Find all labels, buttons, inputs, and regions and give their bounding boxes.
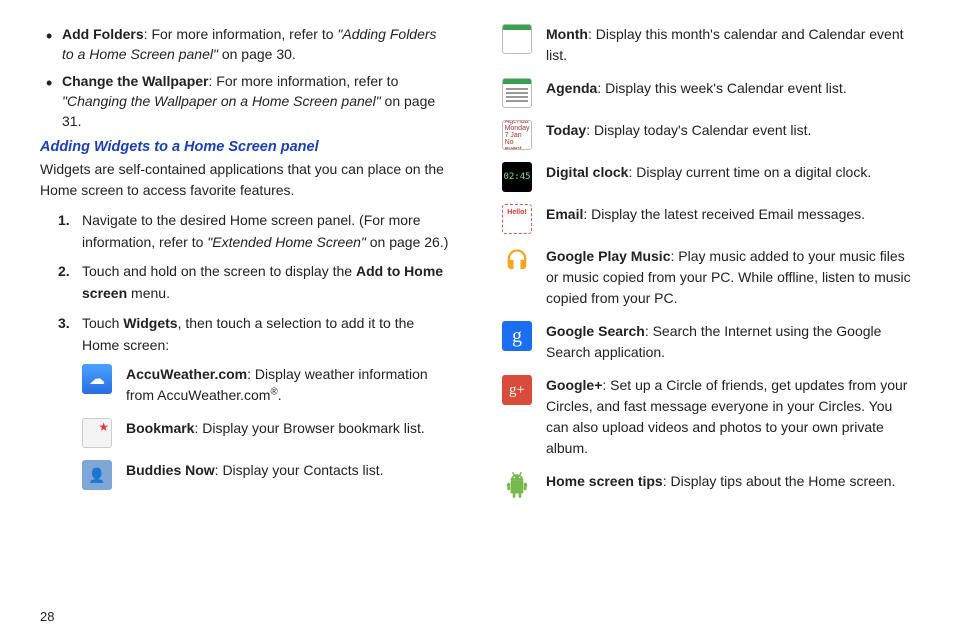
widget-text: Email: Display the latest received Email…	[546, 204, 914, 225]
bullet-label: Change the Wallpaper	[62, 73, 209, 89]
widget-text: Today: Display today's Calendar event li…	[546, 120, 914, 141]
widget-gsearch: Google Search: Search the Internet using…	[502, 321, 914, 363]
widget-email: Email: Display the latest received Email…	[502, 204, 914, 234]
widget-text: Google+: Set up a Circle of friends, get…	[546, 375, 914, 459]
bullet-list: Add Folders: For more information, refer…	[40, 24, 452, 131]
bullet-suffix: on page 30.	[218, 46, 296, 62]
widget-desc: : Display tips about the Home screen.	[663, 473, 896, 489]
widget-hometips: Home screen tips: Display tips about the…	[502, 471, 914, 501]
widget-name: Today	[546, 122, 586, 138]
calendar-agenda-icon	[502, 78, 532, 108]
widget-text: AccuWeather.com: Display weather informa…	[126, 364, 452, 406]
widget-name: Home screen tips	[546, 473, 663, 489]
widget-text: Google Search: Search the Internet using…	[546, 321, 914, 363]
google-plus-icon	[502, 375, 532, 405]
step-ref: "Extended Home Screen"	[207, 234, 366, 250]
widget-buddies: Buddies Now: Display your Contacts list.	[40, 460, 452, 490]
bullet-label: Add Folders	[62, 26, 144, 42]
step-text: Touch	[82, 315, 123, 331]
buddy-icon	[82, 460, 112, 490]
widget-today: Agenda Monday 7 Jan No event Today: Disp…	[502, 120, 914, 150]
registered-mark: ®	[270, 387, 277, 398]
calendar-today-icon: Agenda Monday 7 Jan No event	[502, 120, 532, 150]
step-2: Touch and hold on the screen to display …	[82, 261, 452, 304]
widget-tail: .	[278, 387, 282, 403]
widget-name: AccuWeather.com	[126, 366, 247, 382]
intro-paragraph: Widgets are self-contained applications …	[40, 159, 452, 200]
calendar-month-icon	[502, 24, 532, 54]
widget-name: Google Search	[546, 323, 645, 339]
widget-desc: : Display your Contacts list.	[215, 462, 384, 478]
widget-name: Digital clock	[546, 164, 628, 180]
widget-desc: : Display current time on a digital cloc…	[628, 164, 871, 180]
music-headphones-icon	[502, 246, 532, 276]
widget-text: Bookmark: Display your Browser bookmark …	[126, 418, 452, 439]
widget-name: Agenda	[546, 80, 597, 96]
email-icon	[502, 204, 532, 234]
steps-list: Navigate to the desired Home screen pane…	[40, 210, 452, 356]
widget-month: Month: Display this month's calendar and…	[502, 24, 914, 66]
widget-clock: 02:45 Digital clock: Display current tim…	[502, 162, 914, 192]
step-3: Touch Widgets, then touch a selection to…	[82, 313, 452, 356]
widget-desc: : Display this month's calendar and Cale…	[546, 26, 904, 63]
widget-text: Month: Display this month's calendar and…	[546, 24, 914, 66]
widget-text: Agenda: Display this week's Calendar eve…	[546, 78, 914, 99]
page-number: 28	[40, 609, 54, 624]
widget-name: Bookmark	[126, 420, 194, 436]
widget-text: Buddies Now: Display your Contacts list.	[126, 460, 452, 481]
widget-name: Google Play Music	[546, 248, 670, 264]
step-bold: Widgets	[123, 315, 177, 331]
widget-bookmark: Bookmark: Display your Browser bookmark …	[40, 418, 452, 448]
widget-desc: : Display the latest received Email mess…	[583, 206, 865, 222]
step-text: Touch and hold on the screen to display …	[82, 263, 356, 279]
widget-text: Home screen tips: Display tips about the…	[546, 471, 914, 492]
android-icon	[502, 471, 532, 501]
step-text: on page 26.)	[366, 234, 449, 250]
widget-desc: : Display your Browser bookmark list.	[194, 420, 424, 436]
widget-name: Buddies Now	[126, 462, 215, 478]
step-text: menu.	[127, 285, 170, 301]
widget-text: Digital clock: Display current time on a…	[546, 162, 914, 183]
google-search-icon	[502, 321, 532, 351]
widget-name: Month	[546, 26, 588, 42]
right-column: Month: Display this month's calendar and…	[502, 24, 914, 513]
section-heading: Adding Widgets to a Home Screen panel	[40, 139, 452, 155]
widget-text: Google Play Music: Play music added to y…	[546, 246, 914, 309]
bullet-text: : For more information, refer to	[209, 73, 399, 89]
widget-gplus: Google+: Set up a Circle of friends, get…	[502, 375, 914, 459]
bullet-text: : For more information, refer to	[144, 26, 338, 42]
bookmark-icon	[82, 418, 112, 448]
document-page: Add Folders: For more information, refer…	[0, 0, 954, 523]
bullet-add-folders: Add Folders: For more information, refer…	[40, 24, 452, 65]
step-1: Navigate to the desired Home screen pane…	[82, 210, 452, 253]
widget-agenda: Agenda: Display this week's Calendar eve…	[502, 78, 914, 108]
widget-name: Email	[546, 206, 583, 222]
left-column: Add Folders: For more information, refer…	[40, 24, 452, 513]
weather-icon	[82, 364, 112, 394]
widget-music: Google Play Music: Play music added to y…	[502, 246, 914, 309]
widget-name: Google+	[546, 377, 602, 393]
digital-clock-icon: 02:45	[502, 162, 532, 192]
widget-desc: : Display this week's Calendar event lis…	[597, 80, 846, 96]
widget-desc: : Display today's Calendar event list.	[586, 122, 811, 138]
bullet-change-wallpaper: Change the Wallpaper: For more informati…	[40, 71, 452, 132]
widget-accuweather: AccuWeather.com: Display weather informa…	[40, 364, 452, 406]
bullet-ref: "Changing the Wallpaper on a Home Screen…	[62, 93, 381, 109]
